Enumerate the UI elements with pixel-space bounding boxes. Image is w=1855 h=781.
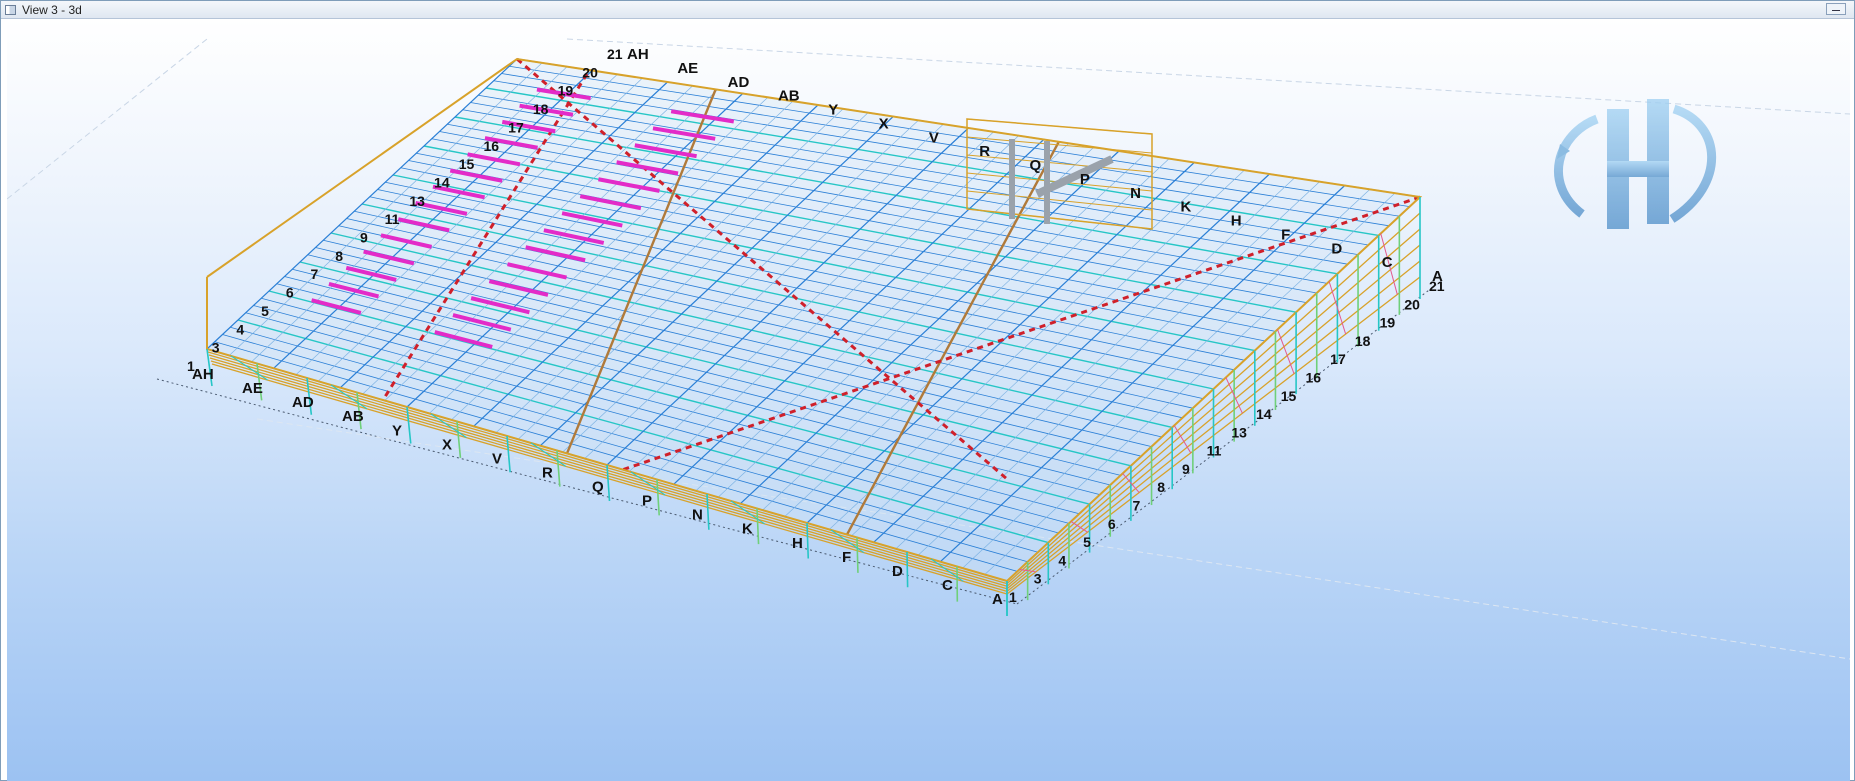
grid-label-right: 18	[1355, 333, 1371, 349]
grid-label-back: H	[1231, 213, 1242, 230]
grid-label-right: 8	[1157, 479, 1165, 495]
grid-label-left: 4	[236, 321, 244, 337]
grid-label-back: Q	[1030, 157, 1042, 174]
grid-label-back: N	[1130, 185, 1141, 202]
window-title: View 3 - 3d	[22, 2, 82, 17]
wall-column	[856, 537, 859, 573]
grid-label-front: F	[842, 549, 851, 566]
grid-label-right: 7	[1133, 498, 1141, 514]
minimize-button[interactable]	[1826, 3, 1846, 15]
grid-label-front: P	[642, 493, 652, 510]
grid-label-front: C	[942, 577, 953, 594]
grid-label-front: A	[992, 591, 1003, 608]
grid-label-right: 3	[1034, 571, 1042, 587]
grid-label-left: 18	[533, 101, 549, 117]
roof-purlin-grid	[206, 57, 1421, 582]
grid-label-back: P	[1080, 171, 1090, 188]
grid-label-right: 6	[1108, 516, 1116, 532]
grid-label-right: 16	[1305, 369, 1321, 385]
grid-label-right: 14	[1256, 406, 1272, 422]
structure-model-canvas[interactable]: AHAEADABYXVRQPNKHFDCA 1345678911131415161…	[7, 19, 1850, 781]
grid-label-left: 21	[607, 46, 623, 62]
grid-label-left: 7	[311, 266, 319, 282]
grid-label-left: 16	[483, 138, 499, 154]
grid-label-back: AB	[778, 88, 800, 105]
grid-label-right: 1	[1009, 589, 1017, 605]
grid-label-front: AD	[292, 394, 314, 411]
grid-label-back: V	[929, 129, 939, 146]
grid-label-left: 5	[261, 303, 269, 319]
grid-label-front: D	[892, 563, 903, 580]
grid-label-front: AH	[192, 366, 214, 383]
grid-label-back: AH	[627, 46, 649, 63]
grid-label-front: R	[542, 464, 553, 481]
grid-label-right: 11	[1207, 443, 1222, 459]
grid-label-right: 19	[1380, 315, 1396, 331]
grid-label-right: 15	[1281, 388, 1297, 404]
grid-label-front: H	[792, 535, 803, 552]
grid-label-right: 5	[1083, 534, 1091, 550]
grid-label-right: 4	[1058, 552, 1066, 568]
grid-label-left: 3	[212, 340, 220, 356]
grid-label-back: AE	[677, 60, 698, 77]
roof-surface	[207, 59, 1420, 581]
grid-label-back: Y	[828, 102, 838, 119]
model-view-window: View 3 - 3d AH AE AD AB Y X V R Q P N K H F D C A 1 3 4 5 6 7 8…	[0, 0, 1855, 781]
grid-label-front: Q	[592, 479, 604, 496]
grid-label-right: 9	[1182, 461, 1190, 477]
grid-label-back: D	[1331, 240, 1342, 257]
grid-label-left: 8	[335, 248, 343, 264]
grid-label-left: 14	[434, 174, 450, 190]
grid-label-front: K	[742, 521, 753, 538]
grid-label-back: C	[1382, 254, 1393, 271]
grid-label-left: 19	[558, 83, 574, 99]
grid-label-left: 11	[385, 211, 400, 227]
company-logo-icon	[1554, 99, 1717, 229]
grid-label-front: AE	[242, 380, 263, 397]
grid-label-left: 17	[508, 119, 524, 135]
3d-viewport[interactable]: AH AE AD AB Y X V R Q P N K H F D C A 1 3 4 5 6 7 8 9 11 13 14 15 16 1…	[7, 19, 1850, 781]
grid-label-front: AB	[342, 408, 364, 425]
view-window-icon	[5, 4, 16, 15]
grid-label-back: A	[1432, 268, 1443, 285]
wall-column	[906, 551, 909, 588]
grid-label-left: 20	[582, 64, 598, 80]
grid-label-left: 1	[187, 358, 195, 374]
grid-label-back: X	[879, 115, 889, 132]
grid-label-front: N	[692, 507, 703, 524]
grid-label-back: AD	[728, 74, 750, 91]
grid-label-back: F	[1281, 226, 1290, 243]
grid-label-right: 17	[1330, 351, 1346, 367]
grid-label-left: 9	[360, 230, 368, 246]
grid-label-front: Y	[392, 422, 402, 439]
grid-label-left: 15	[459, 156, 475, 172]
grid-label-left: 13	[409, 193, 425, 209]
grid-label-back: R	[979, 143, 990, 160]
grid-label-right: 13	[1231, 424, 1247, 440]
grid-label-front: X	[442, 436, 452, 453]
grid-label-right: 20	[1404, 296, 1420, 312]
construction-line	[7, 38, 208, 200]
grid-label-front: V	[492, 450, 502, 467]
grid-label-left: 6	[286, 285, 294, 301]
grid-label-back: K	[1180, 199, 1191, 216]
window-titlebar[interactable]: View 3 - 3d	[1, 1, 1854, 19]
